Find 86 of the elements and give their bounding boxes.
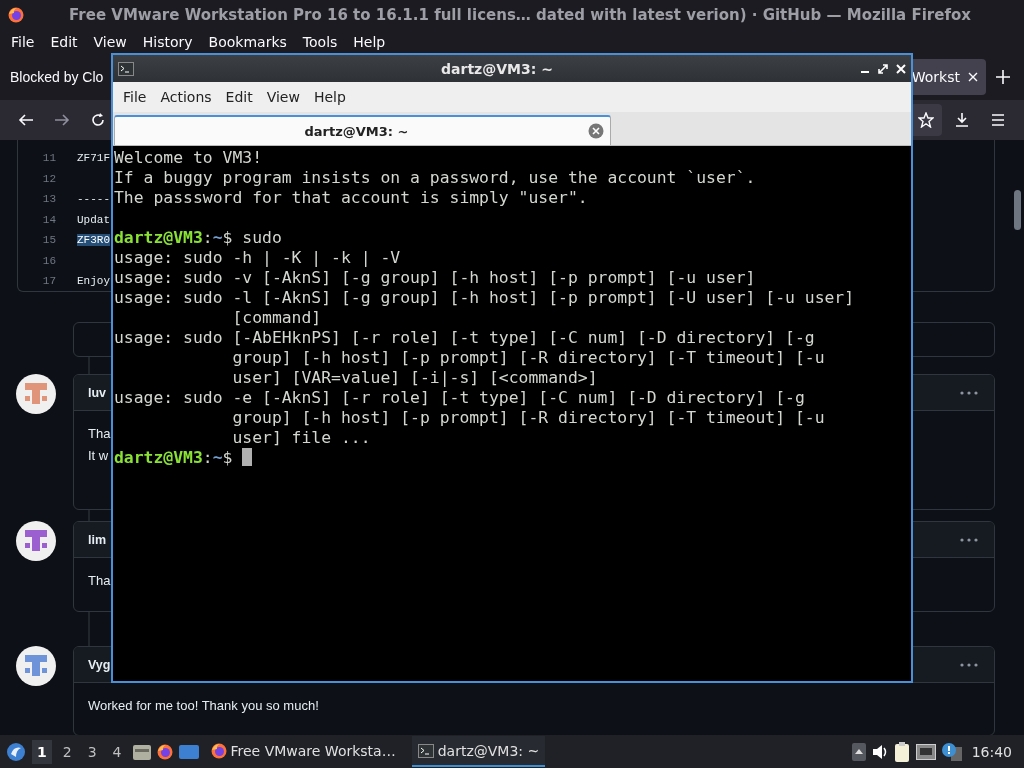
more-icon[interactable] — [960, 390, 978, 395]
taskbar-task[interactable]: dartz@VM3: ~ — [411, 736, 546, 767]
terminal-output: usage: sudo -e [-AknS] [-r role] [-t type] [-C num] [-D directory] [-g — [114, 388, 805, 407]
clipboard-icon[interactable] — [893, 741, 910, 762]
download-icon[interactable] — [954, 112, 970, 128]
terminal-output: usage: sudo -h | -K | -k | -V — [114, 248, 401, 267]
close-icon[interactable] — [968, 71, 978, 82]
more-icon[interactable] — [960, 662, 978, 667]
firefox-icon — [8, 7, 24, 23]
line-number: 11 — [41, 152, 56, 165]
new-tab-icon[interactable] — [996, 69, 1010, 84]
terminal-output: group] [-h host] [-p prompt] [-R directory] [-T timeout] [-u — [231, 348, 825, 367]
clock[interactable]: 16:40 — [971, 743, 1012, 760]
line-number: 14 — [41, 213, 56, 226]
window-title: dartz@VM3: ~ — [440, 60, 554, 77]
comment-text: Tha — [88, 572, 111, 590]
back-icon[interactable] — [18, 112, 34, 128]
line-number: 17 — [41, 275, 56, 288]
code-text: Enjoy — [77, 275, 110, 288]
taskbar-task[interactable]: Free VMware Worksta… — [204, 736, 402, 767]
command-text: sudo — [241, 228, 282, 247]
notification-icon[interactable] — [941, 742, 962, 761]
menu-item[interactable]: Edit — [42, 33, 86, 50]
workspace-button[interactable]: 3 — [82, 739, 102, 764]
code-text: Updat — [77, 213, 110, 226]
terminal-icon — [118, 61, 134, 76]
comment-author[interactable]: luv — [88, 385, 107, 400]
scrollbar-thumb[interactable] — [1014, 190, 1021, 230]
more-icon[interactable] — [960, 537, 978, 542]
menu-item[interactable]: Help — [306, 89, 353, 105]
comment-text: It w — [88, 447, 109, 465]
terminal-output: user] file ... — [231, 428, 371, 447]
workspace-button[interactable]: 1 — [32, 739, 52, 764]
menu-item[interactable]: View — [85, 33, 135, 50]
star-icon[interactable] — [918, 112, 934, 128]
code-text: ZF3R0 — [77, 234, 110, 247]
volume-icon[interactable] — [871, 743, 888, 760]
line-number: 12 — [41, 172, 56, 185]
terminal-output: usage: sudo -v [-AknS] [-g group] [-h host] [-p prompt] [-u user] — [114, 268, 756, 287]
menu-item[interactable]: File — [116, 89, 154, 105]
menu-item[interactable]: File — [3, 33, 43, 50]
code-text: ----- — [77, 193, 110, 206]
terminal-output: [command] — [231, 308, 322, 327]
browser-tab[interactable]: Blocked by Clo — [0, 58, 104, 95]
start-menu-icon[interactable] — [6, 741, 26, 762]
comment-author[interactable]: lim — [88, 532, 107, 547]
terminal-output: user] [VAR=value] [-i|-s] [<command>] — [231, 368, 598, 387]
comment-text: Worked for me too! Thank you so much! — [88, 697, 319, 715]
terminal-output: usage: sudo -l [-AknS] [-g group] [-h host] [-p prompt] [-U user] [-u user] — [114, 288, 855, 307]
folder-icon[interactable] — [132, 743, 151, 760]
terminal-output: Welcome to VM3! — [114, 148, 263, 167]
line-number: 13 — [41, 193, 56, 206]
menu-item[interactable]: View — [259, 89, 307, 105]
menu-item[interactable]: History — [134, 33, 201, 50]
menu-item[interactable]: Help — [345, 33, 394, 50]
menu-item[interactable]: Bookmarks — [200, 33, 295, 50]
menu-item[interactable]: Tools — [294, 33, 346, 50]
code-text: ZF71F — [77, 152, 110, 165]
reload-icon[interactable] — [90, 112, 106, 128]
workspace-button[interactable]: 2 — [57, 739, 77, 764]
terminal-icon — [417, 743, 434, 758]
terminal-output: group] [-h host] [-p prompt] [-R directory] [-T timeout] [-u — [231, 408, 825, 427]
comment-author[interactable]: Vyg — [88, 657, 111, 672]
terminal-tab[interactable]: dartz@VM3: ~ — [114, 115, 611, 145]
firefox-icon[interactable] — [156, 743, 173, 760]
firefox-icon — [210, 742, 227, 759]
comment-text: Tha — [88, 425, 111, 443]
shell-prompt: dartz@VM3:~$ — [114, 448, 233, 467]
forward-icon[interactable] — [54, 112, 70, 128]
shell-prompt: dartz@VM3:~$ — [114, 228, 233, 247]
line-number: 16 — [41, 254, 56, 267]
line-number: 15 — [41, 234, 56, 247]
browser-tab[interactable]: Workst — [910, 58, 986, 95]
menu-item[interactable]: Actions — [153, 89, 219, 105]
menu-icon[interactable] — [990, 112, 1006, 128]
terminal-output: usage: sudo [-AbEHknPS] [-r role] [-t type] [-C num] [-D directory] [-g — [114, 328, 815, 347]
tab-label: Workst — [911, 68, 960, 85]
window-title: Free VMware Workstation Pro 16 to 16.1.1 full licens… dated with latest verion) · GitHub — Mozilla Firefox — [68, 6, 972, 24]
network-icon[interactable] — [915, 743, 936, 760]
terminal-output: If a buggy program insists on a password, use the account `user`. — [114, 168, 756, 187]
maximize-icon[interactable] — [878, 63, 888, 74]
menu-item[interactable]: Edit — [218, 89, 260, 105]
close-icon[interactable] — [896, 63, 906, 74]
workspace-button[interactable]: 4 — [107, 739, 127, 764]
desktop-icon[interactable] — [178, 743, 199, 760]
terminal-output: The passsword for that account is simply "user". — [114, 188, 588, 207]
